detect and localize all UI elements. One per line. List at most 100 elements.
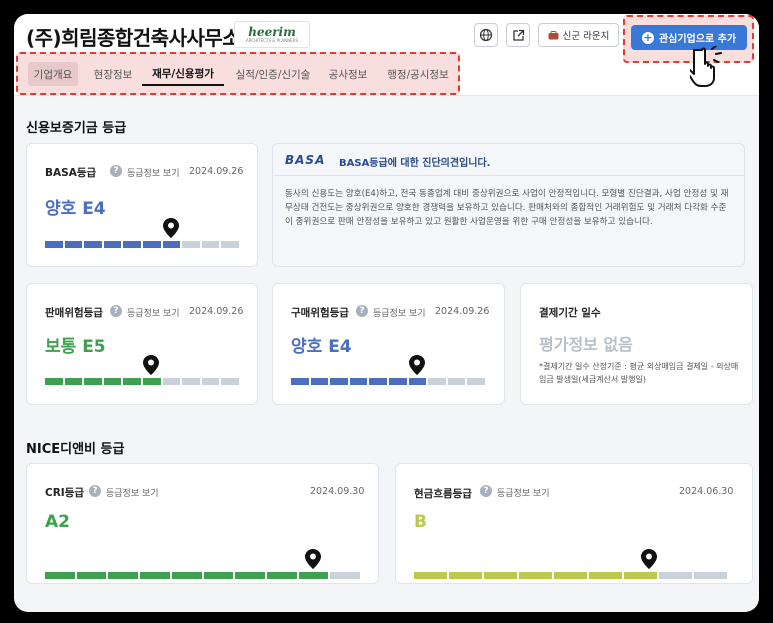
help-icon[interactable]: ? — [110, 305, 122, 317]
lounge-button[interactable]: 신군 라운지 — [538, 23, 619, 47]
grade-info-link[interactable]: 등급정보 보기 — [127, 166, 180, 179]
bar-segment — [64, 241, 83, 248]
grade-value: A2 — [45, 512, 70, 532]
grade-info-link[interactable]: 등급정보 보기 — [373, 306, 426, 319]
basa-opinion-text: 동사의 신용도는 양호(E4)하고, 전국 동종업계 대비 중상위권으로 사업이… — [285, 189, 729, 227]
bar-segment — [291, 378, 309, 385]
bar-segment — [123, 241, 141, 248]
bar-segment — [310, 378, 329, 385]
location-pin-icon — [409, 355, 425, 375]
lounge-icon — [548, 30, 559, 39]
bar-segment — [201, 378, 220, 385]
grade-date: 2024.09.26 — [189, 166, 244, 177]
bar-segment — [467, 378, 485, 385]
basa-opinion-title: BASA등급에 대한 진단의견입니다. — [339, 158, 491, 169]
bar-segment — [449, 572, 482, 579]
tab-admin-disclosure[interactable]: 행정/공시정보 — [382, 62, 454, 86]
bar-segment — [162, 241, 181, 248]
grade-value: 보통 E5 — [45, 337, 106, 357]
card-title: 구매위험등급 — [291, 307, 349, 319]
bar-segment — [162, 378, 181, 385]
bar-segment — [266, 572, 297, 579]
tab-finance-credit[interactable]: 재무/신용평가 — [142, 62, 224, 86]
globe-button[interactable] — [474, 23, 498, 47]
card-title: CRI등급 — [45, 487, 85, 499]
help-icon[interactable]: ? — [89, 485, 101, 497]
bar-segment — [589, 572, 622, 579]
bar-segment — [64, 378, 83, 385]
bar-segment — [140, 572, 170, 579]
bar-segment — [201, 241, 220, 248]
company-name: (주)희림종합건축사사무소 — [26, 26, 241, 50]
grade-info-link[interactable]: 등급정보 보기 — [127, 306, 180, 319]
bar-segment — [84, 241, 102, 248]
grade-info-link[interactable]: 등급정보 보기 — [497, 486, 550, 499]
bar-segment — [330, 572, 361, 579]
location-pin-icon — [305, 549, 321, 569]
cri-grade-card: CRI등급 ? 등급정보 보기 2024.09.30 A2 — [26, 463, 379, 584]
payment-period-card: 결제기간 일수 평가정보 없음 *결제기간 일수 산정기준 : 평균 외상매입금… — [520, 283, 753, 405]
sales-risk-card: 판매위험등급 ? 등급정보 보기 2024.09.26 보통 E5 — [26, 283, 258, 405]
bar-segment — [182, 378, 200, 385]
card-title: 결제기간 일수 — [539, 307, 601, 319]
external-link-button[interactable] — [506, 23, 530, 47]
grade-level-bar — [45, 378, 239, 385]
purchase-risk-card: 구매위험등급 ? 등급정보 보기 2024.09.26 양호 E4 — [272, 283, 505, 405]
card-title: BASA등급 — [45, 167, 97, 179]
no-evaluation-text: 평가정보 없음 — [539, 335, 633, 354]
help-icon[interactable]: ? — [110, 165, 122, 177]
external-link-icon — [512, 29, 524, 41]
bar-segment — [182, 241, 200, 248]
bar-segment — [408, 378, 427, 385]
bar-segment — [45, 241, 63, 248]
section-title-nice: NICE디앤비 등급 — [26, 442, 125, 457]
bar-segment — [428, 378, 446, 385]
card-title: 판매위험등급 — [45, 307, 103, 319]
location-pin-icon — [143, 355, 159, 375]
plus-circle-icon: + — [641, 30, 654, 44]
bar-segment — [298, 572, 329, 579]
basa-grade-card: BASA등급 ? 등급정보 보기 2024.09.26 양호 E4 — [26, 143, 258, 267]
payment-period-note: *결제기간 일수 산정기준 : 평균 외상매입금 결제일 - 외상매입금 발생일… — [539, 362, 739, 384]
globe-icon — [479, 28, 493, 42]
grade-date: 2024.06.30 — [679, 486, 734, 497]
bar-segment — [414, 572, 447, 579]
bar-segment — [484, 572, 517, 579]
bar-segment — [108, 572, 139, 579]
bar-segment — [519, 572, 552, 579]
bar-segment — [694, 572, 727, 579]
help-icon[interactable]: ? — [480, 485, 492, 497]
grade-level-bar — [414, 572, 727, 579]
grade-level-bar — [291, 378, 485, 385]
bar-segment — [221, 241, 239, 248]
tab-performance-cert[interactable]: 실적/인증/신기술 — [230, 62, 316, 86]
bar-segment — [447, 378, 466, 385]
bar-segment — [171, 572, 202, 579]
grade-level-bar — [45, 572, 361, 579]
grade-info-link[interactable]: 등급정보 보기 — [106, 486, 159, 499]
grade-level-bar — [45, 241, 239, 248]
grade-date: 2024.09.26 — [189, 306, 244, 317]
bar-segment — [142, 378, 161, 385]
bar-segment — [142, 241, 161, 248]
tab-company-overview[interactable]: 기업개요 — [28, 62, 78, 86]
bar-segment — [45, 378, 63, 385]
pointer-hand-icon — [690, 46, 722, 87]
grade-value: 양호 E4 — [291, 337, 352, 357]
bar-segment — [349, 378, 368, 385]
bar-segment — [624, 572, 657, 579]
help-icon[interactable]: ? — [356, 305, 368, 317]
bar-segment — [76, 572, 107, 579]
bar-segment — [235, 572, 265, 579]
basa-logo: BASA — [285, 153, 326, 167]
card-title: 현금흐름등급 — [414, 488, 472, 500]
tab-construction-info[interactable]: 공사정보 — [322, 62, 374, 86]
app-window: (주)희림종합건축사사무소 heerim ARCHITECTS & PLANNE… — [14, 14, 759, 612]
tab-bar-highlight: 기업개요 현장정보 재무/신용평가 실적/인증/신기술 공사정보 행정/공시정보 — [16, 52, 460, 95]
bar-segment — [45, 572, 75, 579]
bar-segment — [554, 572, 587, 579]
grade-value: 양호 E4 — [45, 199, 106, 219]
grade-value: B — [414, 512, 427, 532]
bar-segment — [123, 378, 141, 385]
tab-site-info[interactable]: 현장정보 — [88, 62, 138, 86]
